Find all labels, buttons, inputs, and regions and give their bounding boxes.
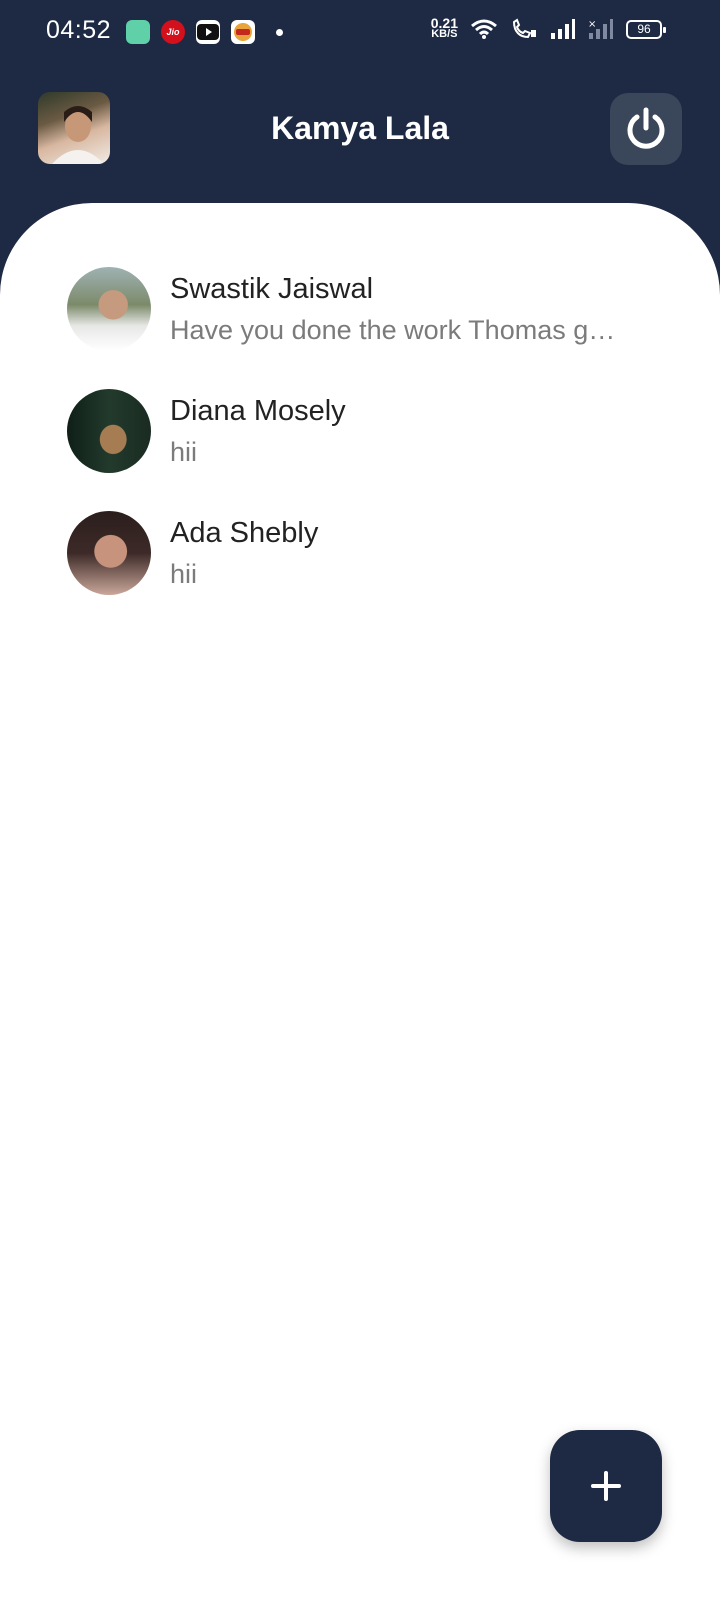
contact-name: Swastik Jaiswal [170, 273, 374, 305]
app-header: Kamya Lala [0, 64, 720, 204]
status-time: 04:52 [46, 16, 112, 44]
last-message-preview: hii [170, 437, 198, 467]
chat-list-item[interactable]: Swastik Jaiswal Have you done the work T… [0, 267, 720, 389]
battery-icon: 96 [626, 19, 666, 39]
signal-icon-sim2: × [588, 19, 613, 39]
chat-panel: Swastik Jaiswal Have you done the work T… [0, 203, 720, 1600]
logout-button[interactable] [610, 93, 682, 165]
chat-list: Swastik Jaiswal Have you done the work T… [0, 267, 720, 633]
last-message-preview: Have you done the work Thomas g… [170, 315, 616, 345]
system-icons: 0.21 KB/S × 96 [431, 16, 666, 40]
contact-name: Diana Mosely [170, 395, 346, 427]
jio-icon: Jio [161, 20, 185, 44]
status-bar: 04:52 Jio 0.21 KB/S × 96 [0, 0, 720, 64]
chat-list-item[interactable]: Ada Shebly hii [0, 511, 720, 633]
wifi-calling-icon [512, 18, 536, 39]
contact-avatar [67, 267, 151, 351]
power-icon [627, 107, 665, 149]
youtube-icon [196, 20, 220, 44]
contact-name: Ada Shebly [170, 517, 319, 549]
svg-text:×: × [588, 19, 596, 30]
network-speed-unit: KB/S [431, 28, 458, 40]
signal-icon [551, 19, 575, 39]
notification-icons: Jio [126, 20, 283, 44]
new-chat-button[interactable] [550, 1430, 662, 1542]
jio-label: Jio [166, 27, 180, 37]
contact-avatar [67, 389, 151, 473]
last-message-preview: hii [170, 559, 198, 589]
plus-icon [591, 1471, 621, 1501]
chat-list-item[interactable]: Diana Mosely hii [0, 389, 720, 511]
more-notifications-dot [276, 28, 283, 36]
network-speed: 0.21 KB/S [431, 16, 458, 40]
app-notification-icon [126, 20, 150, 44]
contact-avatar [67, 511, 151, 595]
wifi-icon [471, 19, 497, 39]
game-icon [231, 20, 255, 44]
